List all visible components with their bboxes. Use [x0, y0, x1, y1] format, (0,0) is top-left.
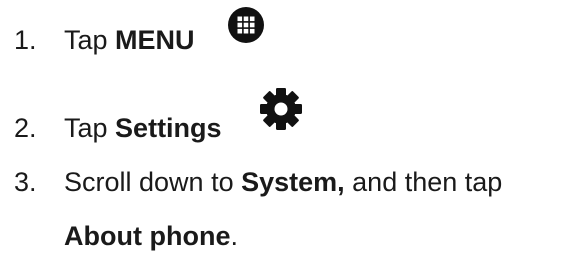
- step-number: 2.: [14, 113, 37, 143]
- step-text: About phone.: [64, 220, 238, 252]
- step-suffix: .: [230, 221, 238, 251]
- step-bold-label: About phone: [64, 221, 231, 251]
- step-bold-label: Settings: [115, 113, 222, 143]
- step-suffix: and then tap: [344, 167, 503, 197]
- step-prefix: Tap: [64, 25, 116, 55]
- step-text: Tap MENU: [64, 24, 195, 56]
- gear-icon: [260, 88, 302, 130]
- step-bold-label: System,: [241, 167, 345, 197]
- step-text: Tap Settings: [64, 112, 222, 144]
- step-bold-label: MENU: [115, 25, 195, 55]
- menu-grid-icon: [228, 7, 264, 43]
- step-prefix: Scroll down to: [64, 167, 242, 197]
- step-number: 1.: [14, 25, 37, 55]
- step-prefix: Tap: [64, 113, 116, 143]
- step-number: 3.: [14, 167, 37, 197]
- step-text: Scroll down to System, and then tap: [64, 166, 502, 198]
